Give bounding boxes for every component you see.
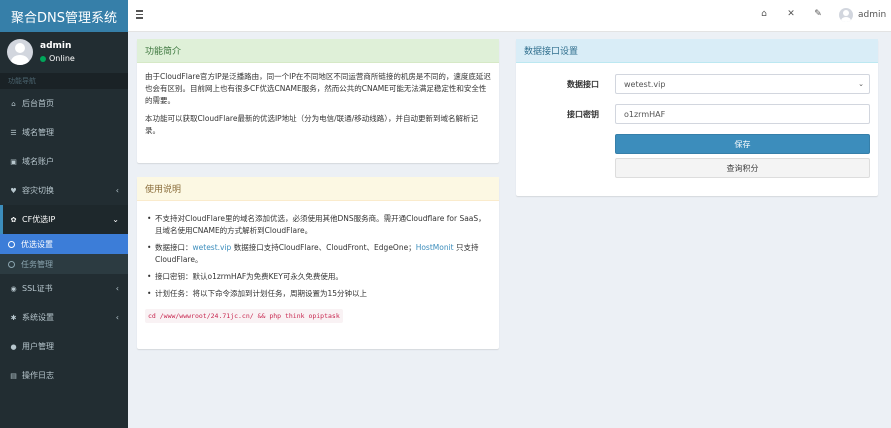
cron-command: cd /www/wwwroot/24.71jc.cn/ && php think… <box>145 309 343 323</box>
key-input-value: o1zrmHAF <box>624 109 666 119</box>
sidebar-item-domains[interactable]: ☰ 域名管理 <box>0 118 128 147</box>
usage-text: 数据接口： <box>155 243 193 252</box>
nav-header: 功能导航 <box>0 73 128 89</box>
chevron-left-icon: ‹ <box>115 313 119 322</box>
sidebar-item-label: 后台首页 <box>22 99 54 108</box>
list-alt-icon: ▤ <box>10 371 17 380</box>
sidebar-item-label: 操作日志 <box>22 371 54 380</box>
sidebar-item-label: 容灾切换 <box>22 186 54 195</box>
gear-icon: ✿ <box>10 215 17 224</box>
globe-icon: ◉ <box>10 284 17 293</box>
usage-text: 数据接口支持CloudFlare、CloudFront、EdgeOne； <box>231 243 416 252</box>
circle-icon <box>8 240 15 248</box>
chevron-down-icon: ⌄ <box>858 80 864 88</box>
menu-toggle-icon[interactable] <box>136 10 143 19</box>
subnav: 优选设置 任务管理 <box>0 234 128 274</box>
avatar <box>7 39 33 65</box>
hostmonit-link[interactable]: HostMonit <box>416 243 454 252</box>
api-select-value: wetest.vip <box>624 79 666 89</box>
circle-icon <box>8 260 15 268</box>
fullscreen-icon[interactable]: ✕ <box>785 9 797 19</box>
sidebar-item-system-settings[interactable]: ✱ 系统设置 ‹ <box>0 303 128 332</box>
usage-title: 使用说明 <box>137 177 499 201</box>
sidebar: 聚合DNS管理系统 admin Online 功能导航 ⌂ 后台首页 ☰ 域名管… <box>0 0 128 428</box>
sidebar-item-logs[interactable]: ▤ 操作日志 <box>0 361 128 390</box>
heart-icon: ♥ <box>10 186 17 195</box>
settings-box: 数据接口设置 数据接口 wetest.vip ⌄ 接口密钥 o1zrmHAF 保… <box>516 39 878 196</box>
cogs-icon: ✱ <box>10 313 17 322</box>
list-item: 接口密钥：默认o1zrmHAF为免费KEY可永久免费使用。 <box>147 271 491 283</box>
sidebar-item-label: 用户管理 <box>22 342 54 351</box>
settings-title: 数据接口设置 <box>516 39 878 63</box>
sidebar-item-home[interactable]: ⌂ 后台首页 <box>0 89 128 118</box>
chevron-down-icon: ⌄ <box>112 215 119 224</box>
sidebar-item-accounts[interactable]: ▣ 域名账户 <box>0 147 128 176</box>
list-item: 计划任务：将以下命令添加到计划任务，周期设置为15分钟以上 <box>147 288 491 300</box>
intro-paragraph: 由于CloudFlare官方IP是泛播路由，同一个IP在不同地区不同运营商所链接… <box>145 72 491 105</box>
sidebar-item-label: 域名账户 <box>22 157 54 166</box>
key-input[interactable]: o1zrmHAF <box>615 104 870 124</box>
intro-box: 功能简介 由于CloudFlare官方IP是泛播路由，同一个IP在不同地区不同运… <box>137 39 499 163</box>
chevron-left-icon: ‹ <box>115 186 119 195</box>
intro-title: 功能简介 <box>137 39 499 63</box>
lock-icon: ▣ <box>10 157 17 166</box>
usage-list: 不支持对CloudFlare里的域名添加优选，必须使用其他DNS服务商。需开通C… <box>145 213 491 300</box>
sidebar-subitem-optimize-settings[interactable]: 优选设置 <box>0 234 128 254</box>
usage-text: 不支持对CloudFlare里的域名添加优选，必须使用其他DNS服务商。需开通C… <box>155 214 486 235</box>
usage-box: 使用说明 不支持对CloudFlare里的域名添加优选，必须使用其他DNS服务商… <box>137 177 499 349</box>
sidebar-subitem-label: 优选设置 <box>21 239 53 249</box>
sidebar-item-label: CF优选IP <box>22 215 56 224</box>
query-points-button[interactable]: 查询积分 <box>615 158 870 178</box>
user-icon: ● <box>10 342 17 351</box>
wetest-link[interactable]: wetest.vip <box>193 243 232 252</box>
list-item: 数据接口：wetest.vip 数据接口支持CloudFlare、CloudFr… <box>147 242 491 266</box>
key-label: 接口密钥 <box>567 110 599 119</box>
intro-paragraph: 本功能可以获取CloudFlare最新的优选IP地址（分为电信/联通/移动线路）… <box>145 114 478 135</box>
api-select[interactable]: wetest.vip ⌄ <box>615 74 870 94</box>
avatar[interactable] <box>839 8 853 22</box>
online-dot-icon <box>40 55 46 62</box>
sidebar-item-cf-optimize[interactable]: ✿ CF优选IP ⌄ <box>0 205 128 234</box>
home-icon: ⌂ <box>11 99 16 108</box>
home-icon[interactable]: ⌂ <box>758 9 770 19</box>
user-status-text: Online <box>49 54 75 63</box>
list-icon: ☰ <box>10 128 17 137</box>
sidebar-item-label: 系统设置 <box>22 313 54 322</box>
usage-text: 计划任务：将以下命令添加到计划任务，周期设置为15分钟以上 <box>155 289 368 298</box>
sidebar-item-users[interactable]: ● 用户管理 <box>0 332 128 361</box>
sidebar-item-ssl[interactable]: ◉ SSL证书 ‹ <box>0 274 128 303</box>
save-button[interactable]: 保存 <box>615 134 870 154</box>
sidebar-item-label: 域名管理 <box>22 128 54 137</box>
sidebar-subitem-label: 任务管理 <box>21 259 53 269</box>
list-item: 不支持对CloudFlare里的域名添加优选，必须使用其他DNS服务商。需开通C… <box>147 213 491 237</box>
api-label: 数据接口 <box>567 80 599 89</box>
sidebar-subitem-task-management[interactable]: 任务管理 <box>0 254 128 274</box>
user-panel: admin Online <box>0 32 128 72</box>
sidebar-item-label: SSL证书 <box>22 284 53 293</box>
user-status: Online <box>40 54 75 63</box>
user-name: admin <box>40 41 72 51</box>
wrench-icon[interactable]: ✎ <box>812 9 824 19</box>
topbar: ⌂ ✕ ✎ admin <box>128 0 891 32</box>
chevron-left-icon: ‹ <box>115 284 119 293</box>
app-title[interactable]: 聚合DNS管理系统 <box>0 0 128 32</box>
usage-text: 接口密钥：默认o1zrmHAF为免费KEY可永久免费使用。 <box>155 272 343 281</box>
topbar-username[interactable]: admin <box>858 10 886 20</box>
sidebar-item-failover[interactable]: ♥ 容灾切换 ‹ <box>0 176 128 205</box>
